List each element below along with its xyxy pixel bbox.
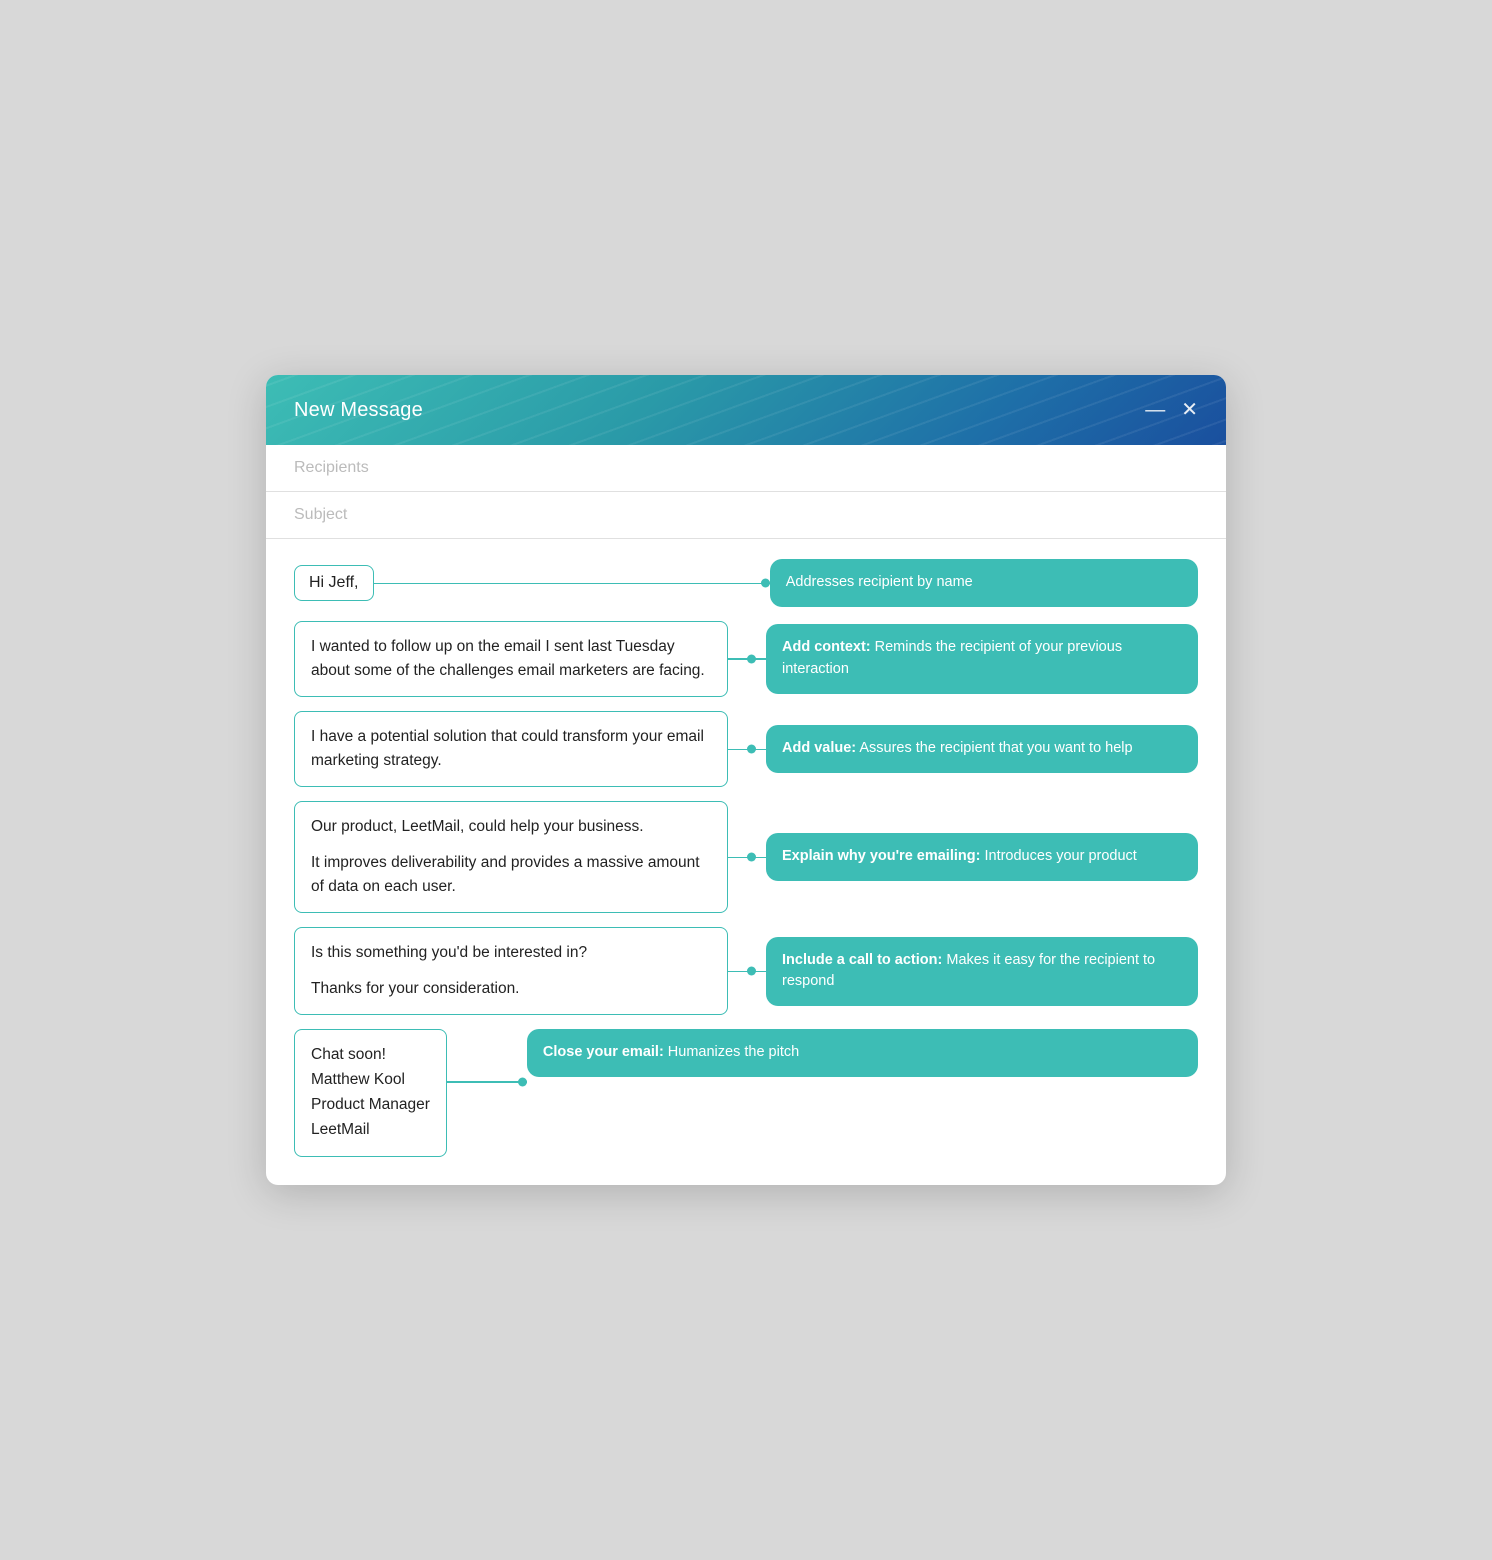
window-title: New Message (294, 399, 423, 422)
context-row: I wanted to follow up on the email I sen… (294, 621, 1198, 697)
signature-connector (447, 1081, 527, 1083)
close-ann-rest: Humanizes the pitch (664, 1044, 799, 1060)
sig-line-1: Chat soon! (311, 1043, 430, 1068)
sig-line-2: Matthew Kool (311, 1068, 430, 1093)
value-box: I have a potential solution that could t… (294, 711, 728, 787)
greeting-text: Hi Jeff, (309, 574, 359, 592)
context-connector (728, 658, 766, 660)
context-annotation: Add context: Reminds the recipient of yo… (766, 624, 1198, 694)
sig-line-4: LeetMail (311, 1118, 430, 1143)
explain-ann-bold: Explain why you're emailing: (782, 848, 980, 864)
explain-line-1: Our product, LeetMail, could help your b… (311, 815, 711, 839)
value-ann-bold: Add value: (782, 740, 856, 756)
context-ann-bold: Add context: (782, 639, 871, 655)
greeting-connector-line (374, 583, 770, 585)
explain-connector (728, 857, 766, 859)
minimize-button[interactable]: — (1145, 400, 1165, 420)
greeting-row: Hi Jeff, Addresses recipient by name (294, 559, 1198, 607)
value-annotation: Add value: Assures the recipient that yo… (766, 725, 1198, 773)
explain-ann-rest: Introduces your product (980, 848, 1136, 864)
value-connector (728, 749, 766, 751)
subject-field-row (266, 492, 1226, 539)
explain-line-2: It improves deliverability and provides … (311, 851, 711, 899)
cta-line-1: Is this something you'd be interested in… (311, 941, 711, 965)
email-compose-window: New Message — ✕ Hi Jeff, Addresses recip… (266, 375, 1226, 1184)
cta-box: Is this something you'd be interested in… (294, 927, 728, 1015)
value-ann-rest: Assures the recipient that you want to h… (856, 740, 1132, 756)
titlebar: New Message — ✕ (266, 375, 1226, 445)
explain-box: Our product, LeetMail, could help your b… (294, 801, 728, 913)
context-text: I wanted to follow up on the email I sen… (311, 638, 705, 679)
email-content-col: Hi Jeff, Addresses recipient by name I w… (294, 559, 1198, 1156)
close-ann-bold: Close your email: (543, 1044, 664, 1060)
cta-line-2: Thanks for your consideration. (311, 977, 711, 1001)
sig-line-3: Product Manager (311, 1093, 430, 1118)
email-body-area: Hi Jeff, Addresses recipient by name I w… (266, 539, 1226, 1184)
value-text: I have a potential solution that could t… (311, 728, 704, 769)
recipients-input[interactable] (294, 459, 1198, 477)
context-box: I wanted to follow up on the email I sen… (294, 621, 728, 697)
signature-row: Chat soon! Matthew Kool Product Manager … (294, 1029, 1198, 1156)
value-row: I have a potential solution that could t… (294, 711, 1198, 787)
recipients-field-row (266, 445, 1226, 492)
greeting-annotation: Addresses recipient by name (770, 559, 1198, 607)
explain-row: Our product, LeetMail, could help your b… (294, 801, 1198, 913)
cta-ann-bold: Include a call to action: (782, 952, 942, 968)
close-annotation: Close your email: Humanizes the pitch (527, 1029, 1198, 1077)
signature-box: Chat soon! Matthew Kool Product Manager … (294, 1029, 447, 1156)
cta-annotation: Include a call to action: Makes it easy … (766, 937, 1198, 1007)
window-controls: — ✕ (1145, 400, 1198, 420)
close-button[interactable]: ✕ (1181, 400, 1198, 420)
cta-connector (728, 971, 766, 973)
greeting-box: Hi Jeff, (294, 565, 374, 601)
subject-input[interactable] (294, 506, 1198, 524)
greeting-annotation-text: Addresses recipient by name (786, 574, 973, 590)
cta-row: Is this something you'd be interested in… (294, 927, 1198, 1015)
explain-annotation: Explain why you're emailing: Introduces … (766, 833, 1198, 881)
